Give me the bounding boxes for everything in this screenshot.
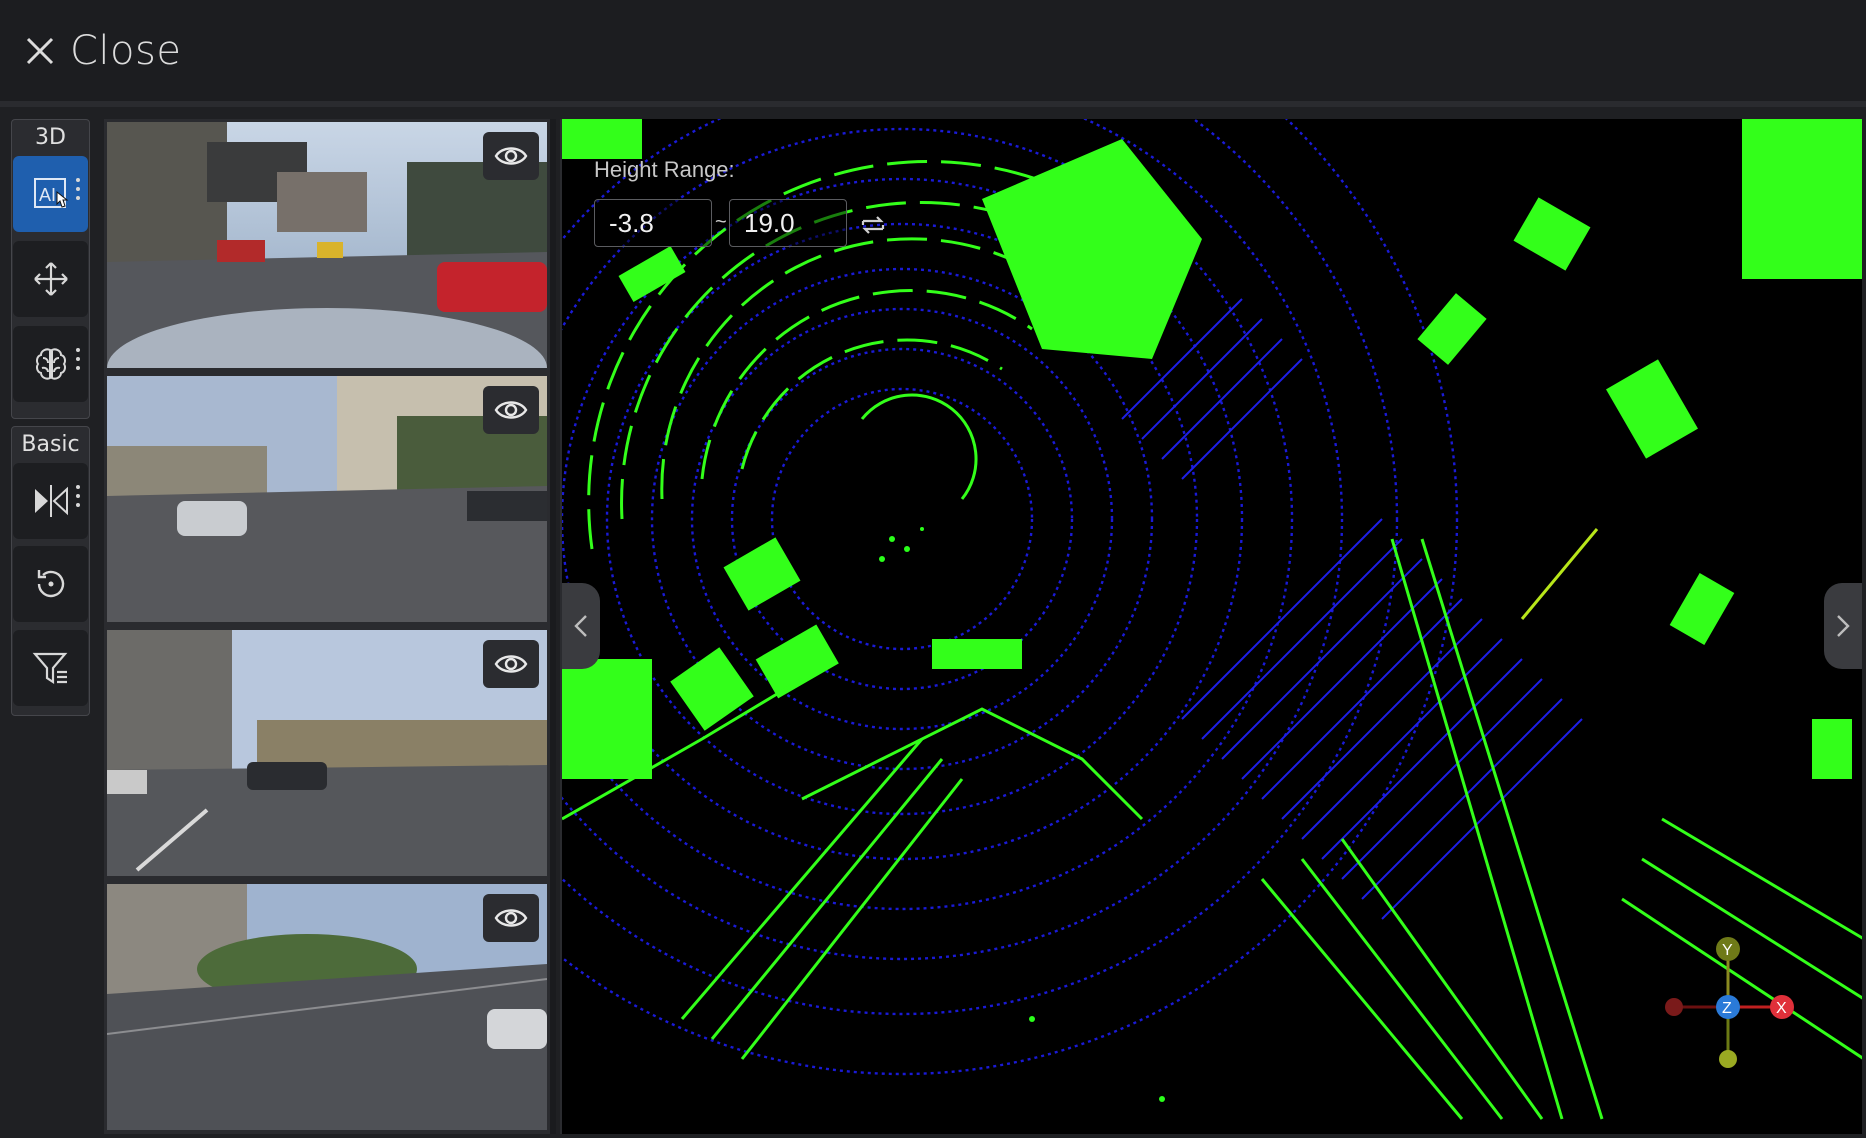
move-tool[interactable] (13, 241, 88, 317)
camera-image (107, 376, 547, 622)
toggle-visibility-button[interactable] (483, 640, 539, 688)
expand-right-panel-button[interactable] (1824, 583, 1862, 669)
toggle-visibility-button[interactable] (483, 894, 539, 942)
camera-image (107, 884, 547, 1130)
filter-icon (32, 652, 67, 685)
camera-image (107, 122, 547, 368)
point-cloud-viewer[interactable]: Height Range: -3.8 ~ 19.0 Y X Z (560, 119, 1862, 1134)
tool-group-3d-title: 3D (35, 125, 66, 150)
camera-view-right[interactable] (107, 630, 547, 876)
flip-tool-menu-icon[interactable] (76, 485, 80, 507)
close-label: Close (70, 27, 182, 74)
axis-y-label: Y (1722, 942, 1733, 959)
ai-annotate-icon: AI (33, 178, 68, 208)
top-bar: Close (0, 0, 1866, 107)
eye-icon (494, 401, 528, 419)
flip-icon (34, 485, 68, 517)
tool-group-basic: Basic (11, 426, 90, 716)
height-range-separator: ~ (715, 211, 727, 233)
svg-text:AI: AI (39, 185, 56, 205)
chevron-right-icon (1837, 615, 1850, 637)
close-button[interactable]: Close (24, 28, 181, 74)
camera-view-left[interactable] (107, 376, 547, 622)
reset-view-tool[interactable] (13, 546, 88, 622)
toggle-visibility-button[interactable] (483, 132, 539, 180)
eye-icon (494, 147, 528, 165)
brain-tool-menu-icon[interactable] (76, 348, 80, 370)
toggle-visibility-button[interactable] (483, 386, 539, 434)
brain-icon (35, 348, 66, 380)
panel-scrollbar[interactable] (550, 119, 556, 1134)
flip-tool[interactable] (13, 463, 88, 539)
axes-gizmo[interactable]: Y X Z (1652, 927, 1802, 1077)
collapse-left-panel-button[interactable] (562, 583, 600, 669)
ai-tool-menu-icon[interactable] (76, 178, 80, 200)
tool-group-3d: 3D AI (11, 119, 90, 419)
eye-icon (494, 655, 528, 673)
eye-icon (494, 909, 528, 927)
x-icon (26, 37, 54, 64)
chevron-left-icon (574, 615, 587, 637)
height-max-input[interactable]: 19.0 (729, 199, 847, 247)
camera-view-rear[interactable] (107, 884, 547, 1130)
ai-annotate-tool[interactable]: AI (13, 156, 88, 232)
camera-image (107, 630, 547, 876)
axis-z-label: Z (1722, 1000, 1732, 1017)
camera-view-front[interactable] (107, 122, 547, 368)
axis-x-label: X (1776, 1000, 1787, 1017)
height-range-label: Height Range: (594, 157, 735, 182)
brain-tool[interactable] (13, 326, 88, 402)
camera-panel (104, 119, 556, 1134)
reset-view-icon (37, 570, 64, 598)
swap-range-icon[interactable] (859, 211, 887, 239)
filter-tool[interactable] (13, 630, 88, 706)
tool-group-basic-title: Basic (21, 432, 80, 457)
height-min-input[interactable]: -3.8 (594, 199, 712, 247)
move-icon (33, 262, 68, 296)
